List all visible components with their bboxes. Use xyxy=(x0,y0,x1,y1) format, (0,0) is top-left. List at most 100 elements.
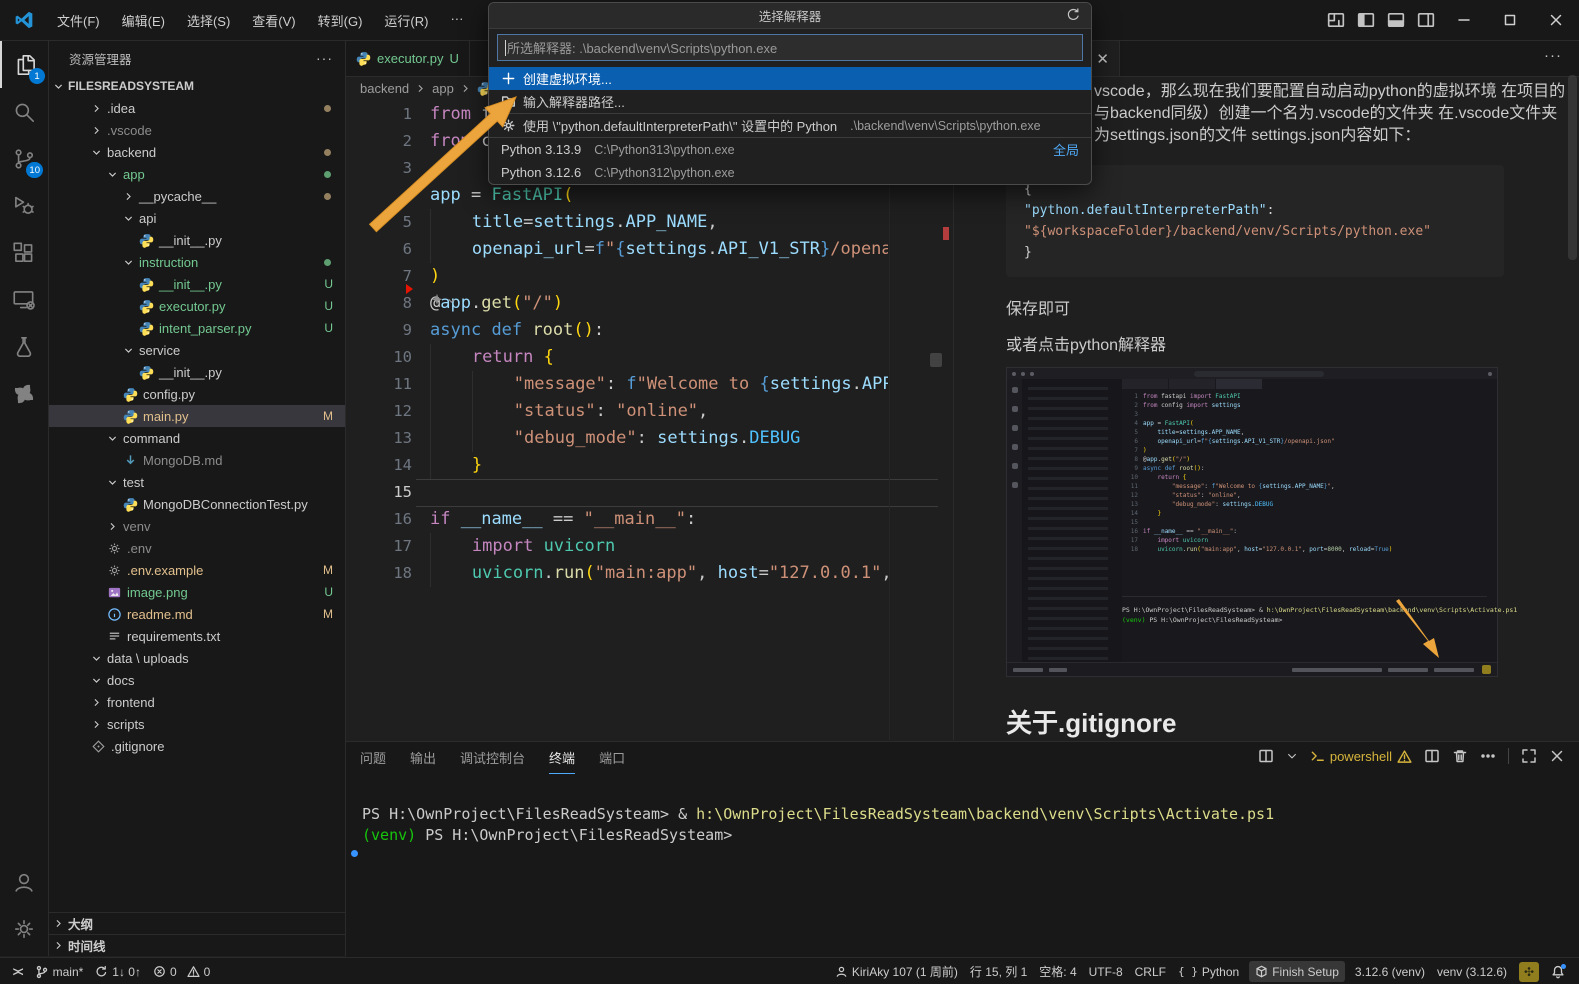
breadcrumb-item-app[interactable]: app xyxy=(432,81,454,96)
editor-actions-more-icon[interactable]: ··· xyxy=(1544,47,1562,64)
menu-item-转到(G)[interactable]: 转到(G) xyxy=(307,7,374,34)
tree-item-api[interactable]: api xyxy=(49,207,345,229)
tree-item-datauploads[interactable]: data \ uploads xyxy=(49,647,345,669)
quick-pick-item-2[interactable]: 输入解释器路径... xyxy=(489,90,1091,113)
panel-tab-终端[interactable]: 终端 xyxy=(549,748,575,774)
statusbar-item-bell[interactable] xyxy=(1545,961,1571,982)
panel-tab-端口[interactable]: 端口 xyxy=(599,748,625,774)
layout-customize-icon[interactable] xyxy=(1321,5,1351,35)
tree-item-MongoDB.md[interactable]: MongoDB.md xyxy=(49,449,345,471)
tree-item-.idea[interactable]: .idea xyxy=(49,97,345,119)
menu-item-选择(S)[interactable]: 选择(S) xyxy=(176,7,241,34)
statusbar-item-venv (3.12.6)[interactable]: venv (3.12.6) xyxy=(1431,961,1513,982)
tree-item-command[interactable]: command xyxy=(49,427,345,449)
tree-item-venv[interactable]: venv xyxy=(49,515,345,537)
quick-pick-item-4[interactable]: Python 3.13.9C:\Python313\python.exe全局 xyxy=(489,137,1091,161)
panel-tab-输出[interactable]: 输出 xyxy=(410,748,436,774)
tree-item-docs[interactable]: docs xyxy=(49,669,345,691)
tree-item-service[interactable]: service xyxy=(49,339,345,361)
statusbar-item-UTF-8[interactable]: UTF-8 xyxy=(1083,961,1129,982)
minimize-icon[interactable] xyxy=(1441,1,1487,39)
tab-executor-py[interactable]: executor.py U xyxy=(346,41,470,76)
tree-item-readme.md[interactable]: readme.mdM xyxy=(49,603,345,625)
more-actions-icon[interactable] xyxy=(1480,748,1496,764)
toggle-sidebar-icon[interactable] xyxy=(1351,5,1381,35)
close-icon[interactable] xyxy=(1533,1,1579,39)
panel-tab-调试控制台[interactable]: 调试控制台 xyxy=(460,748,525,774)
quick-pick-item-3[interactable]: 使用 \"python.defaultInterpreterPath\" 设置中… xyxy=(489,113,1091,137)
tree-item-__init__.py[interactable]: __init__.py xyxy=(49,361,345,383)
tree-item-app[interactable]: app xyxy=(49,163,345,185)
tree-item-.gitignore[interactable]: .gitignore xyxy=(49,735,345,757)
statusbar-item-main*[interactable]: main* xyxy=(29,961,90,982)
menu-item-查看(V)[interactable]: 查看(V) xyxy=(241,7,306,34)
statusbar-item-空格: 4[interactable]: 空格: 4 xyxy=(1033,961,1082,982)
statusbar-item-CRLF[interactable]: CRLF xyxy=(1129,961,1172,982)
settings-gear-icon[interactable] xyxy=(0,905,48,952)
testing-icon[interactable] xyxy=(0,323,48,370)
toggle-secondary-sidebar-icon[interactable] xyxy=(1411,5,1441,35)
menu-item-文件(F)[interactable]: 文件(F) xyxy=(46,7,111,34)
code-editor[interactable]: 1from fastapi import FastAPI2from config… xyxy=(346,101,952,740)
terminal-dropdown-icon[interactable] xyxy=(1286,750,1298,762)
search-icon[interactable] xyxy=(0,88,48,135)
statusbar-item-Python[interactable]: { }Python xyxy=(1172,961,1245,982)
preview-scrollbar[interactable] xyxy=(1568,75,1577,260)
tree-item-__init__.py[interactable]: __init__.py xyxy=(49,229,345,251)
statusbar-item-1↓ 0↑[interactable]: 1↓ 0↑ xyxy=(89,961,147,982)
statusbar-item-remote[interactable]: >< xyxy=(6,961,29,982)
tree-item-.env.example[interactable]: .env.exampleM xyxy=(49,559,345,581)
split-terminal-icon[interactable] xyxy=(1424,748,1440,764)
trash-icon[interactable] xyxy=(1452,748,1468,764)
maximize-panel-icon[interactable] xyxy=(1521,748,1537,764)
breadcrumb-item-backend[interactable]: backend xyxy=(360,81,409,96)
explorer-icon[interactable]: 1 xyxy=(0,41,50,88)
sidebar-section-时间线[interactable]: 时间线 xyxy=(49,934,345,956)
menu-item-编辑(E)[interactable]: 编辑(E) xyxy=(111,7,176,34)
close-icon[interactable]: ✕ xyxy=(1096,50,1109,68)
terminal[interactable]: PS H:\OwnProject\FilesReadSysteam> & h:\… xyxy=(362,804,1274,846)
statusbar-item-行 15, 列 1[interactable]: 行 15, 列 1 xyxy=(964,961,1033,982)
sidebar-section-大纲[interactable]: 大纲 xyxy=(49,912,345,934)
tree-item-test[interactable]: test xyxy=(49,471,345,493)
run-debug-icon[interactable] xyxy=(0,182,48,229)
tree-item-config.py[interactable]: config.py xyxy=(49,383,345,405)
statusbar-item-Finish Setup[interactable]: Finish Setup xyxy=(1249,961,1345,982)
tree-item-instruction[interactable]: instruction xyxy=(49,251,345,273)
explorer-root-row[interactable]: FILESREADSYSTEAM xyxy=(49,75,345,97)
statusbar-item-olive[interactable]: ✣ xyxy=(1513,961,1545,982)
refresh-icon[interactable] xyxy=(1066,7,1081,22)
maximize-icon[interactable] xyxy=(1487,1,1533,39)
panel-tab-问题[interactable]: 问题 xyxy=(360,748,386,774)
tree-item-__pycache__[interactable]: __pycache__ xyxy=(49,185,345,207)
editor-scrollbar[interactable] xyxy=(930,353,942,367)
menu-item-···[interactable]: ··· xyxy=(439,7,474,34)
shell-label[interactable]: powershell xyxy=(1310,749,1412,764)
interpreter-search-input[interactable]: 所选解释器: .\backend\venv\Scripts\python.exe xyxy=(497,34,1083,61)
close-panel-icon[interactable] xyxy=(1549,748,1565,764)
extensions-icon[interactable] xyxy=(0,229,48,276)
tree-item-main.py[interactable]: main.pyM xyxy=(49,405,345,427)
tree-item-.vscode[interactable]: .vscode xyxy=(49,119,345,141)
menu-item-运行(R)[interactable]: 运行(R) xyxy=(373,7,439,34)
new-terminal-icon[interactable] xyxy=(1258,748,1274,764)
source-control-icon[interactable]: 10 xyxy=(0,135,48,182)
toggle-panel-icon[interactable] xyxy=(1381,5,1411,35)
tree-item-image.png[interactable]: image.pngU xyxy=(49,581,345,603)
statusbar-item-KiriAky 107 (1 周前)[interactable]: KiriAky 107 (1 周前) xyxy=(829,961,964,982)
tree-item-.env[interactable]: .env xyxy=(49,537,345,559)
statusbar-item-0[interactable]: 00 xyxy=(147,961,216,982)
tree-item-MongoDBConnectionTest.py[interactable]: MongoDBConnectionTest.py xyxy=(49,493,345,515)
tree-item-intent_parser.py[interactable]: intent_parser.pyU xyxy=(49,317,345,339)
copilot-sparkle-icon[interactable] xyxy=(430,293,456,307)
account-icon[interactable] xyxy=(0,858,48,905)
remote-explorer-icon[interactable] xyxy=(0,276,48,323)
explorer-more-icon[interactable]: ··· xyxy=(316,50,333,66)
tree-item-executor.py[interactable]: executor.pyU xyxy=(49,295,345,317)
tree-item-requirements.txt[interactable]: requirements.txt xyxy=(49,625,345,647)
tree-item-scripts[interactable]: scripts xyxy=(49,713,345,735)
pinwheel-extension-icon[interactable] xyxy=(0,370,48,417)
tree-item-__init__.py[interactable]: __init__.pyU xyxy=(49,273,345,295)
quick-pick-item-1[interactable]: 创建虚拟环境... xyxy=(489,67,1091,90)
tree-item-frontend[interactable]: frontend xyxy=(49,691,345,713)
